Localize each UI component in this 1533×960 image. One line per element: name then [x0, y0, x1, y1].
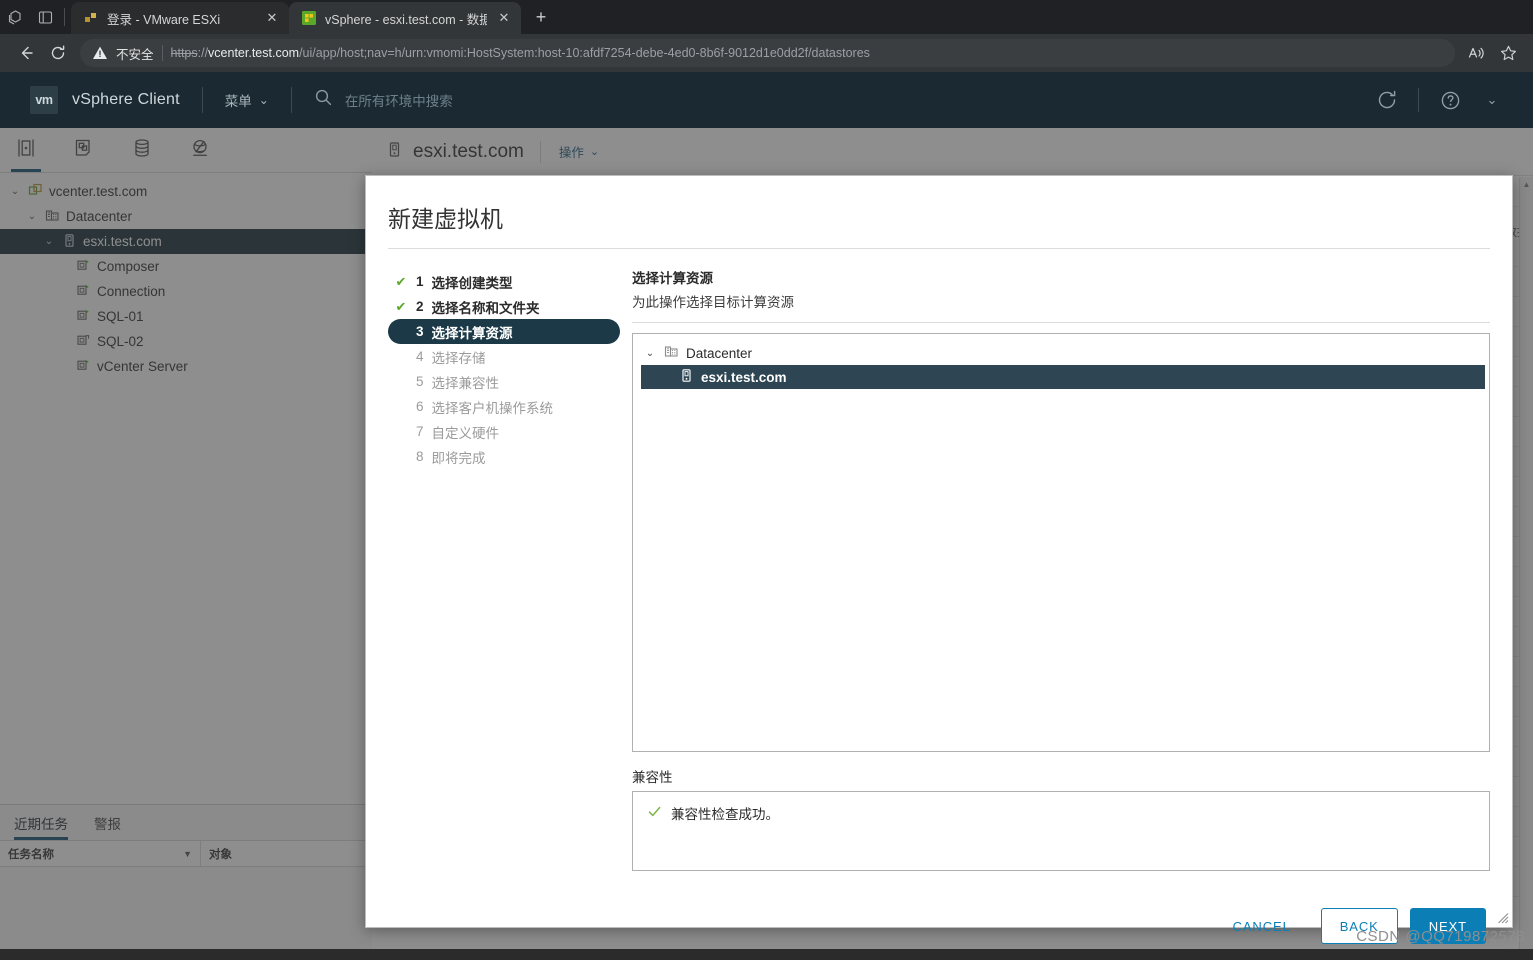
star-icon[interactable] [1493, 39, 1523, 67]
section-subtitle: 为此操作选择目标计算资源 [632, 295, 794, 310]
cancel-button[interactable]: CANCEL [1215, 908, 1309, 944]
wizard-step-8-label: 即将完成 [431, 450, 486, 466]
picker-node-esxi-host[interactable]: esxi.test.com [641, 365, 1485, 389]
split-screen-icon[interactable] [30, 0, 60, 34]
not-secure-label: 不安全 [116, 47, 154, 62]
check-icon [647, 804, 662, 822]
wizard-step-list: ✔ 1 选择创建类型 ✔ 2 选择名称和文件夹 3 选择计算资源 4 选择存储 … [388, 267, 620, 892]
tabstrip-divider [64, 8, 65, 26]
url-host: vcenter.test.com [208, 46, 300, 60]
header-divider-3 [1418, 88, 1419, 112]
wizard-step-4-label: 选择存储 [431, 350, 486, 366]
host-icon [679, 368, 694, 386]
datacenter-icon [664, 344, 679, 362]
wizard-body: ✔ 1 选择创建类型 ✔ 2 选择名称和文件夹 3 选择计算资源 4 选择存储 … [366, 249, 1512, 892]
search-icon [314, 88, 333, 112]
global-search[interactable]: 在所有环境中搜索 [314, 88, 453, 112]
wizard-step-3[interactable]: 3 选择计算资源 [388, 319, 620, 344]
wizard-step-4-number: 4 [416, 349, 424, 364]
compatibility-message: 兼容性检查成功。 [671, 807, 779, 822]
omnibox-divider [161, 45, 163, 61]
wizard-step-1-number: 1 [416, 274, 424, 289]
search-input[interactable]: 在所有环境中搜索 [345, 90, 453, 110]
browser-tab-2-title: vSphere - esxi.test.com - 数据存储 [325, 12, 487, 27]
wizard-step-7-number: 7 [416, 424, 424, 439]
wizard-step-8-number: 8 [416, 449, 424, 464]
browser-chrome: 登录 - VMware ESXi ✕ vSphere - esxi.test.c… [0, 0, 1533, 72]
browser-tab-1-close-icon[interactable]: ✕ [263, 9, 281, 27]
url-text: https://vcenter.test.com/ui/app/host;nav… [171, 46, 870, 60]
wizard-main-pane: 选择计算资源 为此操作选择目标计算资源 ⌄ Datacenter esxi.te… [620, 267, 1490, 892]
wizard-step-6[interactable]: 6 选择客户机操作系统 [388, 394, 620, 419]
url-separator: :// [197, 46, 209, 60]
wizard-step-5-label: 选择兼容性 [431, 375, 500, 391]
picker-node-datacenter-label: Datacenter [686, 345, 753, 361]
compatibility-box: 兼容性检查成功。 [632, 791, 1490, 871]
read-aloud-icon[interactable] [1461, 39, 1491, 67]
help-icon[interactable] [1431, 81, 1469, 119]
wizard-step-7[interactable]: 7 自定义硬件 [388, 419, 620, 444]
vmware-esxi-favicon [83, 10, 99, 26]
url-omnibox[interactable]: 不安全 https://vcenter.test.com/ui/app/host… [80, 39, 1455, 67]
browser-tab-2[interactable]: vSphere - esxi.test.com - 数据存储 ✕ [289, 2, 521, 34]
product-title: vSphere Client [72, 91, 180, 108]
wizard-step-4[interactable]: 4 选择存储 [388, 344, 620, 369]
vsphere-application: vm vSphere Client 菜单 ⌄ 在所有环境中搜索 ⌄ 新建虚拟机 … [0, 72, 1533, 949]
wizard-step-5-number: 5 [416, 374, 424, 389]
header-divider-2 [290, 87, 292, 113]
wizard-step-2-number: 2 [416, 299, 424, 314]
back-arrow-icon[interactable] [10, 38, 42, 68]
wizard-step-6-label: 选择客户机操作系统 [431, 400, 554, 416]
url-path: /ui/app/host;nav=h/urn:vmomi:HostSystem:… [299, 46, 870, 60]
menu-label: 菜单 [224, 94, 252, 109]
section-divider [632, 322, 1490, 323]
vsphere-favicon [301, 10, 317, 26]
not-secure-warning-icon [92, 45, 108, 61]
wizard-footer: CANCEL BACK NEXT [366, 892, 1512, 960]
menu-dropdown[interactable]: 菜单 ⌄ [225, 90, 269, 110]
wizard-step-2-label: 选择名称和文件夹 [431, 300, 540, 316]
browser-tabstrip: 登录 - VMware ESXi ✕ vSphere - esxi.test.c… [0, 0, 1533, 34]
section-title: 选择计算资源 [632, 271, 713, 286]
reload-icon[interactable] [42, 38, 74, 68]
header-divider-1 [201, 87, 203, 113]
compute-resource-picker[interactable]: ⌄ Datacenter esxi.test.com [632, 333, 1490, 752]
wizard-step-3-label: 选择计算资源 [431, 325, 513, 341]
wizard-step-3-number: 3 [416, 324, 424, 339]
chevron-down-icon: ⌄ [258, 93, 269, 107]
collections-icon[interactable] [0, 0, 30, 34]
header-right-actions: ⌄ [1368, 81, 1533, 119]
browser-tab-1[interactable]: 登录 - VMware ESXi ✕ [71, 2, 289, 34]
check-icon: ✔ [395, 273, 407, 289]
chevron-down-icon[interactable]: ⌄ [643, 348, 657, 359]
wizard-step-1[interactable]: ✔ 1 选择创建类型 [388, 269, 620, 294]
wizard-step-8[interactable]: 8 即将完成 [388, 444, 620, 469]
wizard-step-2[interactable]: ✔ 2 选择名称和文件夹 [388, 294, 620, 319]
picker-node-datacenter[interactable]: ⌄ Datacenter [641, 341, 1487, 365]
browser-tab-2-close-icon[interactable]: ✕ [495, 9, 513, 27]
wizard-step-7-label: 自定义硬件 [431, 425, 500, 441]
picker-node-esxi-host-label: esxi.test.com [701, 369, 787, 385]
url-scheme: https [170, 46, 198, 60]
new-tab-button[interactable]: + [527, 3, 555, 31]
wizard-title: 新建虚拟机 [388, 206, 503, 232]
vmware-logo: vm [30, 86, 58, 114]
new-virtual-machine-wizard: 新建虚拟机 ✔ 1 选择创建类型 ✔ 2 选择名称和文件夹 3 选择计算资源 4… [365, 175, 1513, 944]
wizard-step-6-number: 6 [416, 399, 424, 414]
browser-address-bar: 不安全 https://vcenter.test.com/ui/app/host… [0, 34, 1533, 72]
help-chevron-down-icon[interactable]: ⌄ [1473, 81, 1511, 119]
refresh-icon[interactable] [1368, 81, 1406, 119]
wizard-step-5[interactable]: 5 选择兼容性 [388, 369, 620, 394]
browser-tab-1-title: 登录 - VMware ESXi [107, 12, 221, 27]
watermark-text: CSDN @QQ719872578 [1356, 928, 1525, 945]
compatibility-message-row: 兼容性检查成功。 [647, 803, 1489, 823]
vsphere-top-header: vm vSphere Client 菜单 ⌄ 在所有环境中搜索 ⌄ [0, 72, 1533, 128]
check-icon: ✔ [395, 298, 407, 314]
compatibility-label: 兼容性 [632, 770, 673, 785]
resize-grip-icon[interactable] [1497, 912, 1509, 924]
omnibox-actions [1461, 39, 1523, 67]
wizard-step-1-label: 选择创建类型 [431, 275, 513, 291]
